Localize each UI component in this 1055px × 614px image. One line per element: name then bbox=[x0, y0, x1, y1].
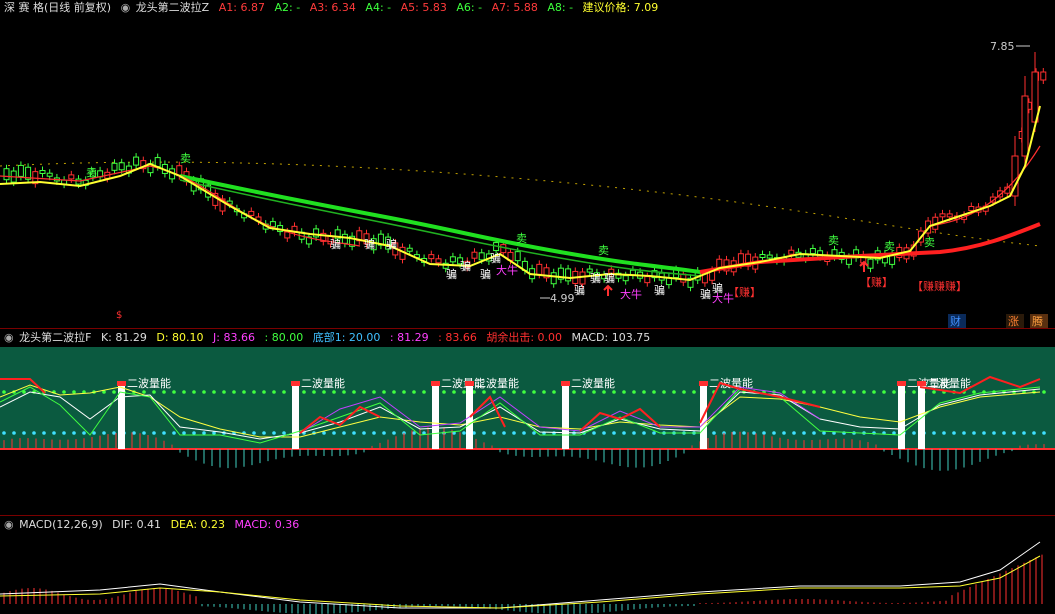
kdj-name[interactable]: 龙头第二波拉F bbox=[19, 331, 91, 344]
arrow-up-icon bbox=[603, 284, 613, 296]
line4-value: : 80.00 bbox=[264, 331, 304, 344]
wave-label: 二波量能 bbox=[571, 376, 615, 390]
sell-label: 卖 bbox=[180, 152, 191, 165]
kdj-header: ◉ 龙头第二波拉F K: 81.29 D: 80.10 J: 83.66 : 8… bbox=[0, 330, 1055, 346]
sell-label: 卖 bbox=[516, 232, 527, 245]
bottom-value: 底部1: 20.00 bbox=[312, 331, 381, 344]
marker-cai[interactable]: 财 bbox=[950, 314, 961, 328]
stock-title[interactable]: 深 赛 格(日线 前复权) bbox=[4, 1, 111, 14]
cheat-label: 骗 bbox=[604, 271, 615, 285]
a8-item: A8: - bbox=[547, 1, 574, 14]
wave-label: 二波量能 bbox=[475, 376, 519, 390]
earn-label: 【赚】 bbox=[860, 275, 893, 289]
k-value: K: 81.29 bbox=[100, 331, 147, 344]
pane-divider[interactable] bbox=[0, 515, 1055, 516]
a4-item: A4: - bbox=[365, 1, 392, 14]
kdj-chart[interactable]: 二波量能 二波量能 二波量能二波量能 二波量能 二波量能 二波量能二波量能 bbox=[0, 347, 1055, 515]
chevron-down-icon[interactable]: ◉ bbox=[4, 518, 14, 531]
earn-label-double: 【赚赚赚】 bbox=[912, 279, 967, 293]
line6-value: : 81.29 bbox=[389, 331, 429, 344]
a1-item: A1: 6.87 bbox=[218, 1, 265, 14]
price-chart[interactable]: 7.85 4.99 卖 卖 卖 卖 卖 卖 卖 骗 骗 骗 骗 骗 骗 骗 骗 … bbox=[0, 16, 1055, 328]
sell-label: 卖 bbox=[86, 166, 97, 179]
indicator-name[interactable]: 龙头第二波拉Z bbox=[136, 1, 210, 14]
sell-label: 卖 bbox=[924, 236, 935, 249]
high-price-label: 7.85 bbox=[990, 40, 1015, 53]
macd-hist-value: MACD: 0.36 bbox=[234, 518, 300, 531]
macd-name[interactable]: MACD(12,26,9) bbox=[19, 518, 103, 531]
dollar-marker: $ bbox=[116, 310, 122, 321]
a5-item: A5: 5.83 bbox=[400, 1, 447, 14]
wave-label: 二波量能 bbox=[927, 376, 971, 390]
macd-chart[interactable] bbox=[0, 534, 1055, 614]
marker-zhang[interactable]: 涨 bbox=[1008, 315, 1019, 328]
sell-label: 卖 bbox=[598, 244, 609, 257]
cheat-label: 骗 bbox=[364, 237, 375, 251]
pane-divider[interactable] bbox=[0, 328, 1055, 329]
cheat-label: 骗 bbox=[490, 251, 501, 265]
a6-item: A6: - bbox=[456, 1, 483, 14]
a7-item: A7: 5.88 bbox=[491, 1, 538, 14]
main-header: 深 赛 格(日线 前复权) ◉ 龙头第二波拉Z A1: 6.87 A2: - A… bbox=[0, 0, 1055, 16]
cheat-label: 骗 bbox=[654, 283, 665, 297]
sell-label: 卖 bbox=[828, 234, 839, 247]
j-value: J: 83.66 bbox=[213, 331, 255, 344]
cheat-label: 骗 bbox=[700, 287, 711, 301]
cheat-label: 骗 bbox=[330, 237, 341, 251]
bull-label: 大牛 bbox=[620, 287, 642, 301]
wave-label: 二波量能 bbox=[301, 376, 345, 390]
cheat-label: 骗 bbox=[446, 267, 457, 281]
wave-label: 二波量能 bbox=[127, 376, 171, 390]
cheat-label: 骗 bbox=[460, 259, 471, 273]
line7-value: : 83.66 bbox=[438, 331, 477, 344]
advice-price: 建议价格: 7.09 bbox=[582, 1, 659, 14]
chevron-down-icon[interactable]: ◉ bbox=[4, 331, 14, 344]
bull-label: 大牛 bbox=[496, 263, 518, 277]
low-price-label: 4.99 bbox=[550, 292, 575, 305]
cheat-label: 骗 bbox=[480, 267, 491, 281]
d-value: D: 80.10 bbox=[156, 331, 204, 344]
dif-value: DIF: 0.41 bbox=[112, 518, 162, 531]
dea-value: DEA: 0.23 bbox=[170, 518, 226, 531]
cheat-label: 骗 bbox=[590, 271, 601, 285]
a3-item: A3: 6.34 bbox=[309, 1, 356, 14]
exit-value: 胡余出击: 0.00 bbox=[486, 331, 563, 344]
a2-item: A2: - bbox=[274, 1, 301, 14]
cheat-label: 骗 bbox=[574, 283, 585, 297]
marker-teng[interactable]: 腾 bbox=[1032, 314, 1043, 328]
earn-label: 【赚】 bbox=[728, 285, 761, 299]
cheat-label: 骗 bbox=[386, 237, 397, 251]
arrow-up-icon bbox=[859, 260, 869, 272]
sell-label: 卖 bbox=[884, 240, 895, 253]
macd-header: ◉ MACD(12,26,9) DIF: 0.41 DEA: 0.23 MACD… bbox=[0, 517, 1055, 533]
macd-value: MACD: 103.75 bbox=[571, 331, 651, 344]
chevron-down-icon[interactable]: ◉ bbox=[121, 1, 131, 14]
